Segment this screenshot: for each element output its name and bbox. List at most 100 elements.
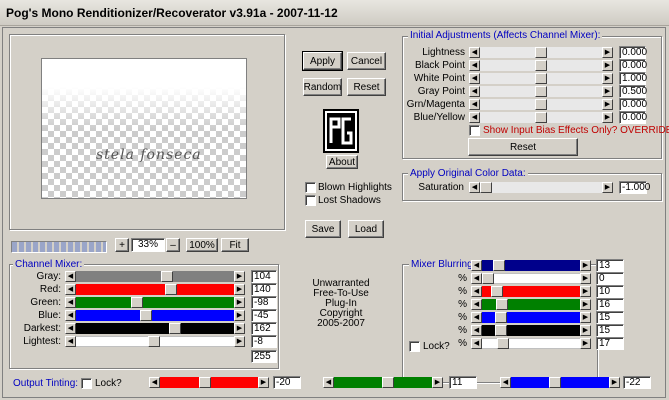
left-arrow-icon[interactable]: ◀ [471,325,482,336]
blur-value[interactable]: 13 [596,259,624,272]
left-arrow-icon[interactable]: ◀ [471,260,482,271]
initial-slider[interactable]: ◀ ▶ [469,73,613,84]
blur-slider[interactable]: ◀ ▶ [471,273,591,284]
left-arrow-icon[interactable]: ◀ [471,286,482,297]
right-arrow-icon[interactable]: ▶ [580,273,591,284]
slider-thumb[interactable] [169,323,181,334]
left-arrow-icon[interactable]: ◀ [65,323,76,334]
slider-thumb[interactable] [382,377,394,388]
right-arrow-icon[interactable]: ▶ [602,86,613,97]
show-bias-checkbox[interactable] [469,125,480,136]
reset-button[interactable]: Reset [347,78,386,96]
slider-thumb[interactable] [549,377,561,388]
initial-slider[interactable]: ◀ ▶ [469,60,613,71]
saturation-slider[interactable]: ◀ ▶ [469,182,613,193]
right-arrow-icon[interactable]: ▶ [602,112,613,123]
right-arrow-icon[interactable]: ▶ [258,377,269,388]
initial-value[interactable]: 0.000 [619,59,647,72]
right-arrow-icon[interactable]: ▶ [234,297,245,308]
right-arrow-icon[interactable]: ▶ [580,325,591,336]
blur-value[interactable]: 15 [596,311,624,324]
channel-slider[interactable]: ◀ ▶ [65,336,245,347]
initial-reset-button[interactable]: Reset [468,138,578,156]
left-arrow-icon[interactable]: ◀ [469,99,480,110]
blur-value[interactable]: 17 [596,337,624,350]
slider-track[interactable] [482,273,580,284]
slider-thumb[interactable] [480,182,492,193]
channel-slider[interactable]: ◀ ▶ [65,284,245,295]
blown-highlights-checkbox[interactable] [305,182,316,193]
blur-lock-checkbox[interactable] [409,341,420,352]
left-arrow-icon[interactable]: ◀ [323,377,334,388]
right-arrow-icon[interactable]: ▶ [580,338,591,349]
left-arrow-icon[interactable]: ◀ [471,299,482,310]
blur-slider[interactable]: ◀ ▶ [471,325,591,336]
slider-thumb[interactable] [535,99,547,110]
tint-value[interactable]: 11 [449,376,477,389]
left-arrow-icon[interactable]: ◀ [469,73,480,84]
channel-slider[interactable]: ◀ ▶ [65,271,245,282]
blur-value[interactable]: 0 [596,272,624,285]
initial-value[interactable]: 0.000 [619,111,647,124]
left-arrow-icon[interactable]: ◀ [469,60,480,71]
slider-thumb[interactable] [131,297,143,308]
slider-thumb[interactable] [165,284,177,295]
random-button[interactable]: Random [303,78,342,96]
apply-button[interactable]: Apply [302,51,343,71]
initial-value[interactable]: 0.500 [619,85,647,98]
blur-slider[interactable]: ◀ ▶ [471,299,591,310]
left-arrow-icon[interactable]: ◀ [65,336,76,347]
slider-thumb[interactable] [535,112,547,123]
save-button[interactable]: Save [305,220,341,238]
slider-thumb[interactable] [482,273,494,284]
initial-value[interactable]: 0.000 [619,98,647,111]
slider-track[interactable] [76,297,234,308]
right-arrow-icon[interactable]: ▶ [580,299,591,310]
lost-shadows-checkbox[interactable] [305,195,316,206]
initial-slider[interactable]: ◀ ▶ [469,47,613,58]
left-arrow-icon[interactable]: ◀ [65,284,76,295]
zoom-out-button[interactable]: – [166,238,180,252]
tint-slider[interactable]: ◀ ▶ [149,377,269,388]
slider-thumb[interactable] [491,286,503,297]
slider-thumb[interactable] [493,260,505,271]
channel-slider[interactable]: ◀ ▶ [65,310,245,321]
left-arrow-icon[interactable]: ◀ [469,112,480,123]
tint-slider[interactable]: ◀ ▶ [323,377,443,388]
tinting-lock-checkbox[interactable] [81,378,92,389]
right-arrow-icon[interactable]: ▶ [602,60,613,71]
initial-slider[interactable]: ◀ ▶ [469,112,613,123]
channel-slider[interactable]: ◀ ▶ [65,297,245,308]
initial-value[interactable]: 1.000 [619,72,647,85]
right-arrow-icon[interactable]: ▶ [580,312,591,323]
initial-slider[interactable]: ◀ ▶ [469,86,613,97]
blur-slider[interactable]: ◀ ▶ [471,286,591,297]
preview-image[interactable]: stela fonseca [41,58,247,199]
slider-track[interactable] [76,271,234,282]
slider-thumb[interactable] [199,377,211,388]
right-arrow-icon[interactable]: ▶ [602,73,613,84]
blur-slider[interactable]: ◀ ▶ [471,260,591,271]
right-arrow-icon[interactable]: ▶ [602,99,613,110]
left-arrow-icon[interactable]: ◀ [471,312,482,323]
channel-value[interactable]: -45 [251,309,277,322]
left-arrow-icon[interactable]: ◀ [471,273,482,284]
blur-value[interactable]: 10 [596,285,624,298]
right-arrow-icon[interactable]: ▶ [234,310,245,321]
left-arrow-icon[interactable]: ◀ [65,297,76,308]
right-arrow-icon[interactable]: ▶ [234,323,245,334]
channel-value[interactable]: -98 [251,296,277,309]
channel-value[interactable]: 140 [251,283,277,296]
slider-thumb[interactable] [535,73,547,84]
right-arrow-icon[interactable]: ▶ [234,271,245,282]
slider-track[interactable] [76,284,234,295]
blur-value[interactable]: 15 [596,324,624,337]
initial-slider[interactable]: ◀ ▶ [469,99,613,110]
right-arrow-icon[interactable]: ▶ [580,286,591,297]
right-arrow-icon[interactable]: ▶ [432,377,443,388]
right-arrow-icon[interactable]: ▶ [580,260,591,271]
slider-thumb[interactable] [535,60,547,71]
left-arrow-icon[interactable]: ◀ [469,86,480,97]
initial-value[interactable]: 0.000 [619,46,647,59]
slider-track[interactable] [76,310,234,321]
